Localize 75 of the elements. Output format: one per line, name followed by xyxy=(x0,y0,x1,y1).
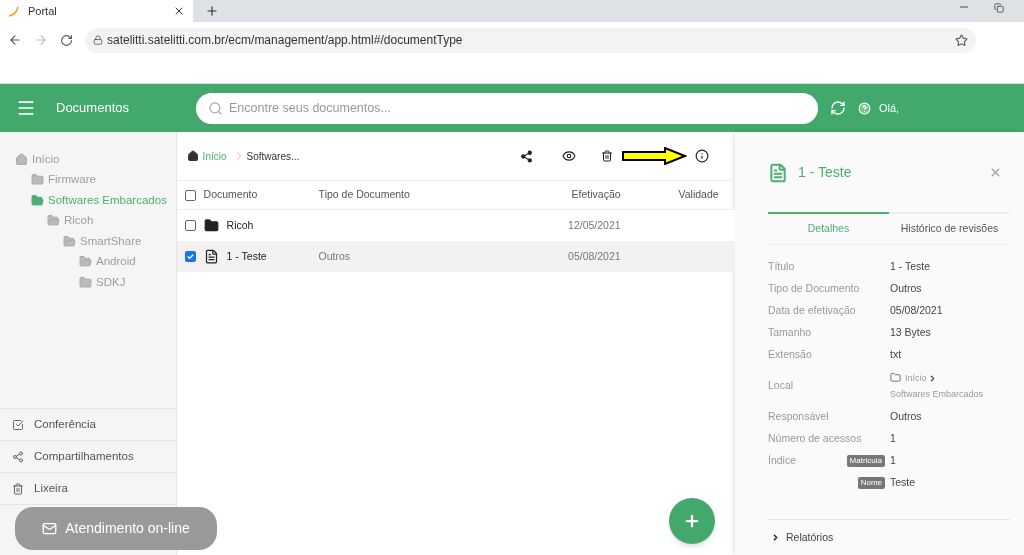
help-icon[interactable] xyxy=(858,101,871,115)
app-title: Documentos xyxy=(56,99,130,118)
field-label: Extensão xyxy=(768,347,813,363)
table-cell: 12/05/2021 xyxy=(568,218,621,231)
eye-icon[interactable] xyxy=(562,149,576,163)
details-title: 1 - Teste xyxy=(798,163,853,182)
field-value: 1 xyxy=(890,431,896,447)
logo-icon xyxy=(8,5,20,17)
index-tag: Nome xyxy=(857,477,885,489)
address-bar[interactable]: satelitti.satelitti.com.br/ecm/management/app.html#/documentType xyxy=(85,27,976,53)
info-icon[interactable] xyxy=(695,149,709,163)
column-header[interactable]: Documento xyxy=(203,187,258,203)
mail-icon xyxy=(42,521,58,536)
restore-icon[interactable] xyxy=(994,3,1004,13)
details-tab[interactable]: Histórico de revisões xyxy=(889,212,1010,244)
field-value: txt xyxy=(890,347,902,363)
menu-item[interactable]: Lixeira xyxy=(34,479,68,498)
field-value: Outros xyxy=(890,281,922,297)
index-tag: Matricula xyxy=(846,455,885,467)
share-icon[interactable] xyxy=(520,149,533,163)
field-value: 13 Bytes xyxy=(890,325,931,341)
field-label: Local xyxy=(768,378,795,394)
field-label: Índice xyxy=(768,453,798,469)
home-icon xyxy=(186,150,199,162)
search-icon xyxy=(208,100,223,116)
table-cell: 05/08/2021 xyxy=(568,249,621,262)
url-text: satelitti.satelitti.com.br/ecm/management/app.html#/documentType xyxy=(107,32,464,49)
reload-icon[interactable] xyxy=(60,33,73,47)
menu-item[interactable]: Conferência xyxy=(34,415,96,434)
field-label: Tamanho xyxy=(768,325,813,341)
share-icon xyxy=(12,450,24,463)
plus-icon xyxy=(683,512,701,530)
checkbox[interactable] xyxy=(184,189,196,201)
table-cell: Outros xyxy=(318,249,351,262)
new-tab-icon[interactable] xyxy=(205,4,219,18)
add-button[interactable] xyxy=(669,498,715,544)
trash-icon[interactable] xyxy=(601,150,613,162)
breadcrumb-text: Softwares... xyxy=(246,149,300,164)
greeting-text: Olá, xyxy=(879,100,900,116)
table-cell-text: 1 - Teste xyxy=(226,248,267,264)
sync-icon[interactable] xyxy=(830,100,846,116)
document-icon xyxy=(203,248,219,265)
folder-icon xyxy=(203,218,219,233)
field-value: 1 - Teste xyxy=(890,259,931,275)
arrow-icon xyxy=(621,147,687,165)
trash-icon xyxy=(12,482,24,495)
field-value: 05/08/2021 xyxy=(890,303,943,319)
checkbox[interactable] xyxy=(184,251,196,262)
column-header[interactable]: Efetivação xyxy=(528,187,621,203)
back-icon[interactable] xyxy=(8,33,22,47)
field-label: Número de acessos xyxy=(768,431,863,447)
section-header[interactable]: Relatórios xyxy=(786,530,834,546)
field-label: Título xyxy=(768,259,796,275)
close-icon[interactable] xyxy=(173,5,185,17)
field-value: Teste xyxy=(890,475,916,491)
column-header[interactable]: Tipo de Documento xyxy=(318,187,529,203)
table-cell-text: Ricoh xyxy=(226,217,254,233)
column-header[interactable]: Validade xyxy=(620,187,719,203)
field-label: Responsável xyxy=(768,409,830,425)
menu-item[interactable]: Compartilhamentos xyxy=(34,447,134,466)
search-field[interactable]: Encontre seus documentos... xyxy=(196,92,818,124)
field-label: Tipo de Documento xyxy=(768,281,861,297)
folder-icon xyxy=(890,372,901,383)
browser-tab[interactable]: Portal xyxy=(0,0,193,22)
star-icon[interactable] xyxy=(955,33,968,47)
field-value: 1 xyxy=(890,453,896,469)
checkbox-icon xyxy=(12,418,24,431)
tab-title: Portal xyxy=(28,3,58,19)
checkbox[interactable] xyxy=(184,220,196,231)
table-row[interactable]: 1 - Teste Outros 05/08/2021 xyxy=(176,241,735,272)
field-label: Data de efetivação xyxy=(768,303,857,319)
lock-icon xyxy=(93,35,103,45)
chevron-icon xyxy=(771,533,780,543)
field-value: Outros xyxy=(890,409,922,425)
menu-icon[interactable] xyxy=(16,98,36,118)
